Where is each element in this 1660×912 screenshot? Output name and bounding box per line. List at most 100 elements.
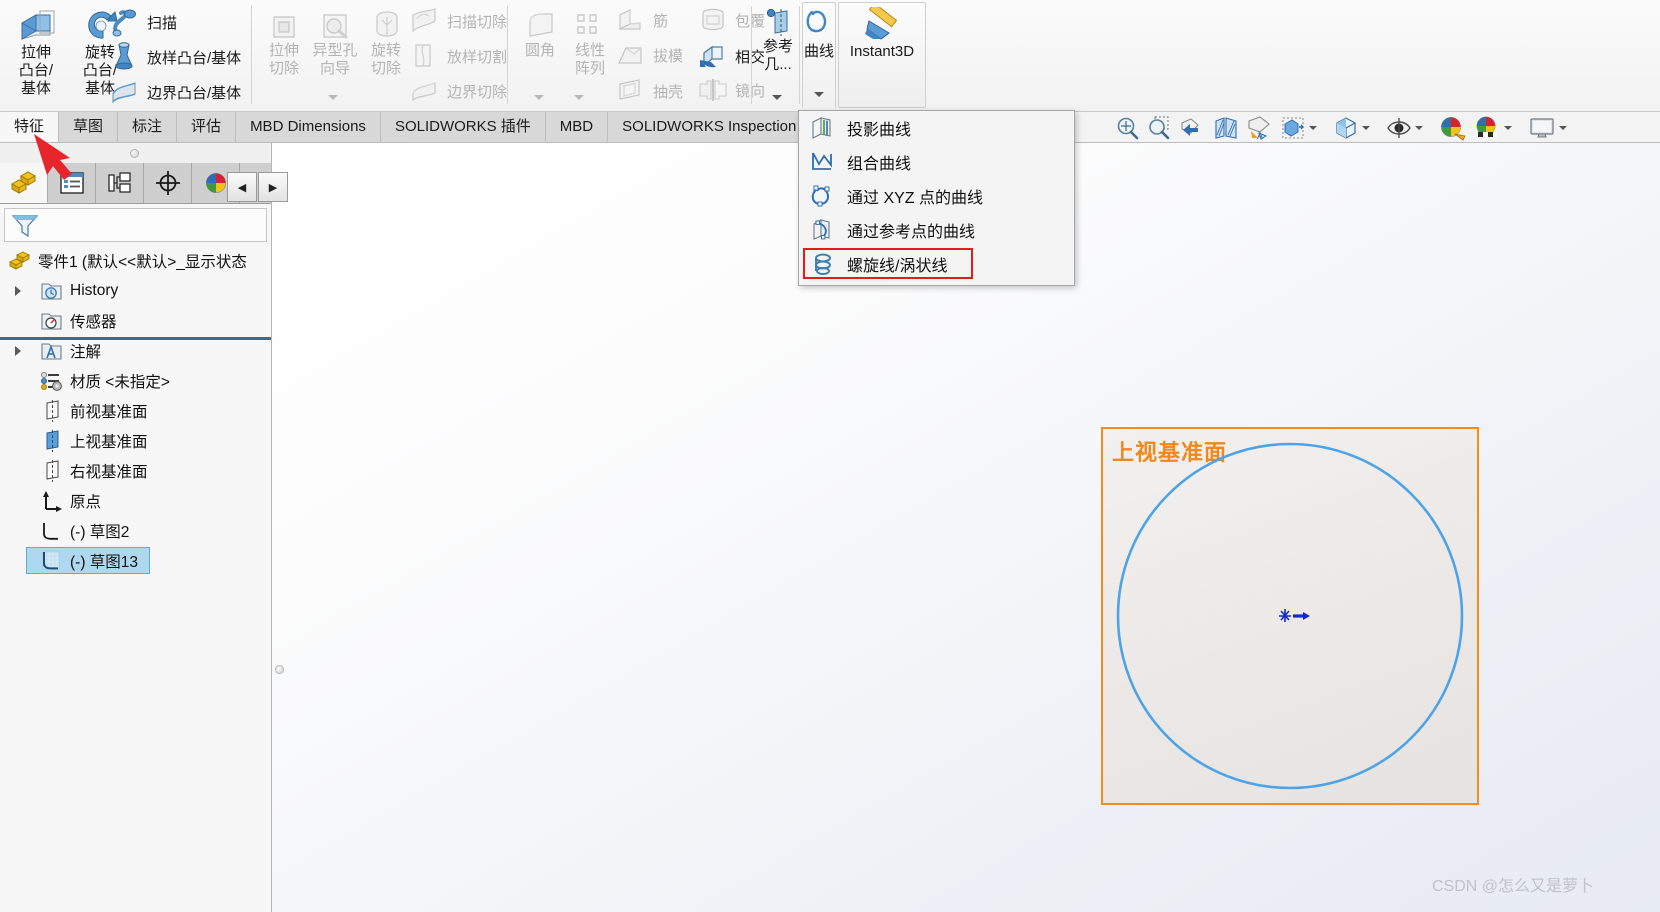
panel-tabs-prev-button[interactable]: ◀ bbox=[227, 172, 257, 202]
scene-caret-icon[interactable] bbox=[1503, 124, 1514, 132]
curves-button[interactable]: 曲线 bbox=[802, 2, 836, 108]
tree-item-sketch13-label: (-) 草图13 bbox=[70, 554, 139, 571]
boundary-cut-button[interactable]: 边界切除 bbox=[408, 78, 507, 104]
hole-wizard-button[interactable]: 异型孔 向导 bbox=[310, 8, 360, 78]
tree-item-right-plane[interactable]: 右视基准面 bbox=[0, 456, 271, 486]
history-twisty-icon[interactable] bbox=[15, 286, 21, 296]
section-view-button[interactable] bbox=[1212, 115, 1240, 141]
tree-filter-bar[interactable] bbox=[4, 208, 267, 242]
sweep-cut-icon bbox=[412, 8, 436, 33]
history-folder-icon bbox=[41, 283, 62, 300]
zoom-to-fit-button[interactable] bbox=[1114, 115, 1140, 141]
tab-evaluate[interactable]: 评估 bbox=[177, 112, 237, 142]
instant3d-label: Instant3D bbox=[849, 43, 915, 60]
sketch-icon bbox=[43, 523, 58, 540]
menu-item-projected-curve[interactable]: 投影曲线 bbox=[799, 111, 1074, 145]
apply-scene-2-button[interactable] bbox=[1473, 115, 1514, 141]
menu-item-curve-through-xyz[interactable]: 通过 XYZ 点的曲线 bbox=[799, 179, 1074, 213]
wrap-icon bbox=[702, 8, 724, 31]
fillet-icon bbox=[529, 13, 553, 37]
extrude-boss-base-label-3: 基体 bbox=[20, 80, 51, 97]
edit-appearance-button[interactable] bbox=[1439, 115, 1467, 141]
revolved-cut-button[interactable]: 旋转 切除 bbox=[362, 8, 410, 78]
curves-dropdown-menu: 投影曲线 组合曲线 通过 XYZ 点的曲线 通过参考点的曲线 螺旋线/涡状线 bbox=[798, 110, 1075, 286]
tree-item-sketch13[interactable]: (-) 草图13 bbox=[0, 546, 271, 576]
instant3d-icon bbox=[865, 7, 898, 40]
tab-solidworks-inspection[interactable]: SOLIDWORKS Inspection bbox=[608, 112, 812, 142]
draft-button[interactable]: 拔模 bbox=[616, 42, 683, 68]
reference-geometry-button[interactable]: 参考 几... bbox=[756, 6, 800, 74]
fillet-button[interactable]: 圆角 bbox=[516, 8, 564, 60]
tab-solidworks-addins[interactable]: SOLIDWORKS 插件 bbox=[380, 112, 546, 142]
instant3d-button[interactable]: Instant3D bbox=[838, 2, 926, 108]
hide-show-items-button[interactable] bbox=[1386, 116, 1425, 140]
lofted-boss-base-button[interactable]: 放样凸台/基体 bbox=[108, 42, 241, 72]
tree-item-origin[interactable]: 原点 bbox=[0, 486, 271, 516]
hole-wizard-label-2: 向导 bbox=[319, 60, 350, 77]
menu-item-curve-through-reference-points[interactable]: 通过参考点的曲线 bbox=[799, 213, 1074, 247]
menu-item-composite-curve[interactable]: 组合曲线 bbox=[799, 145, 1074, 179]
fillet-caret-icon[interactable] bbox=[534, 94, 545, 102]
previous-view-button[interactable] bbox=[1178, 115, 1206, 141]
apply-scene-button[interactable] bbox=[1333, 115, 1372, 141]
tree-root[interactable]: 零件1 (默认<<默认>_显示状态 bbox=[0, 246, 271, 276]
wrap-button[interactable]: 包覆 bbox=[698, 7, 765, 33]
swept-boss-base-button[interactable]: 扫描 bbox=[108, 7, 177, 37]
curves-caret-icon[interactable] bbox=[814, 91, 825, 99]
annotations-folder-icon bbox=[41, 343, 62, 360]
tree-item-material[interactable]: 材质 <未指定> bbox=[0, 366, 271, 396]
tree-item-material-label: 材质 <未指定> bbox=[70, 374, 170, 391]
rib-label: 筋 bbox=[653, 12, 669, 30]
view-settings-caret-icon[interactable] bbox=[1558, 124, 1569, 132]
display-style-caret-icon[interactable] bbox=[1308, 124, 1319, 132]
shell-button[interactable]: 抽壳 bbox=[616, 78, 683, 104]
display-style-button[interactable] bbox=[1280, 115, 1319, 141]
annotations-twisty-icon[interactable] bbox=[15, 346, 21, 356]
menu-item-helix-spiral[interactable]: 螺旋线/涡状线 bbox=[799, 247, 1074, 281]
tree-item-annotations[interactable]: 注解 bbox=[0, 336, 271, 366]
hide-show-caret-icon[interactable] bbox=[1414, 124, 1425, 132]
tree-item-sketch2[interactable]: (-) 草图2 bbox=[0, 516, 271, 546]
svg-text:A: A bbox=[1257, 131, 1263, 141]
extruded-cut-button[interactable]: 拉伸 切除 bbox=[260, 8, 308, 78]
projected-curve-icon bbox=[812, 117, 831, 139]
swept-cut-button[interactable]: 扫描切除 bbox=[408, 7, 507, 35]
swept-cut-label: 扫描切除 bbox=[447, 13, 508, 31]
tree-item-annotations-label: 注解 bbox=[70, 344, 102, 361]
panel-tabs-next-button[interactable]: ▶ bbox=[258, 172, 288, 202]
curve-xyz-icon bbox=[811, 185, 830, 207]
panel-tabs-prev-icon: ◀ bbox=[237, 181, 247, 194]
tree-item-history[interactable]: History bbox=[0, 276, 271, 306]
view-orientation-button[interactable]: A bbox=[1246, 115, 1274, 141]
helix-spiral-icon bbox=[815, 253, 831, 275]
reference-geometry-caret-icon[interactable] bbox=[772, 94, 783, 102]
tree-rollback-bar[interactable] bbox=[0, 337, 271, 340]
intersect-button[interactable]: 相交 bbox=[698, 42, 765, 70]
ribbon-group-features: 圆角 线性 阵列 筋 拔模 抽壳 包覆 相交 镜向 bbox=[512, 0, 765, 110]
tab-mbd[interactable]: MBD bbox=[545, 112, 609, 142]
extrude-boss-base-button[interactable]: 拉伸 凸台/ 基体 bbox=[8, 8, 64, 98]
tree-item-sensors[interactable]: 传感器 bbox=[0, 306, 271, 336]
view-toolbar: A bbox=[1088, 113, 1660, 143]
dimxpert-manager-icon bbox=[155, 171, 180, 195]
linear-pattern-button[interactable]: 线性 阵列 bbox=[566, 8, 614, 78]
apply-scene-caret-icon[interactable] bbox=[1361, 124, 1372, 132]
view-settings-button[interactable] bbox=[1528, 116, 1569, 140]
hole-wizard-caret-icon[interactable] bbox=[328, 94, 339, 102]
pm-tab-dimxpert-manager[interactable] bbox=[144, 163, 192, 203]
mirror-icon bbox=[699, 79, 727, 101]
tree-item-top-plane[interactable]: 上视基准面 bbox=[0, 426, 271, 456]
tree-item-front-plane[interactable]: 前视基准面 bbox=[0, 396, 271, 426]
linear-pattern-caret-icon[interactable] bbox=[574, 94, 585, 102]
sketch-active-icon bbox=[42, 551, 60, 570]
boundary-boss-base-button[interactable]: 边界凸台/基体 bbox=[108, 78, 241, 106]
lofted-cut-button[interactable]: 放样切割 bbox=[408, 42, 507, 70]
canvas-splitter-handle[interactable] bbox=[275, 665, 284, 674]
zoom-to-area-button[interactable] bbox=[1146, 115, 1172, 141]
mirror-button[interactable]: 镜向 bbox=[698, 78, 765, 102]
linear-pattern-label-2: 阵列 bbox=[574, 60, 605, 77]
tab-mbd-dimensions[interactable]: MBD Dimensions bbox=[236, 112, 381, 142]
rib-button[interactable]: 筋 bbox=[616, 7, 668, 33]
monitor-icon bbox=[1530, 118, 1554, 138]
loft-cut-icon bbox=[415, 44, 431, 67]
